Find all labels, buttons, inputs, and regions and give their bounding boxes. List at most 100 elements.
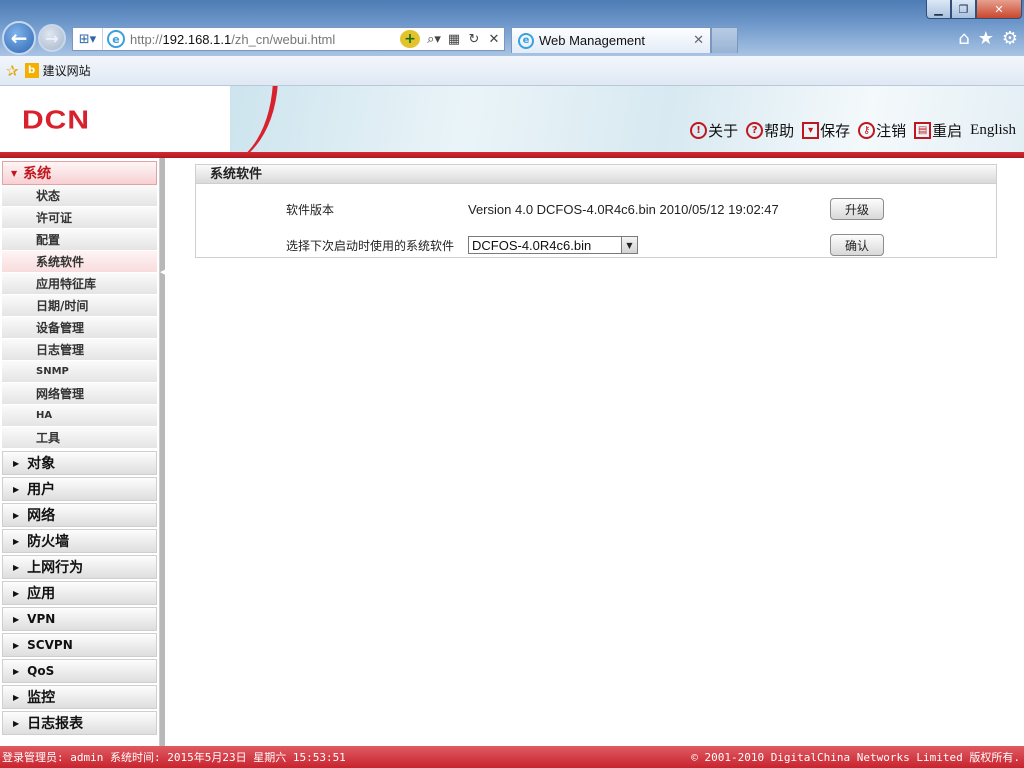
browser-toolbar-icons: ⌂ ★ ⚙ bbox=[958, 28, 1018, 49]
sidebar-section-label: QoS bbox=[27, 664, 55, 678]
help-link[interactable]: ? 帮助 bbox=[746, 120, 794, 141]
save-link[interactable]: ▾ 保存 bbox=[802, 120, 850, 141]
compat-view-icon[interactable]: ▦ bbox=[444, 32, 464, 47]
back-arrow-icon: ← bbox=[10, 26, 28, 50]
boot-software-label: 选择下次启动时使用的系统软件 bbox=[286, 238, 455, 253]
favorites-bar: ✰ b 建议网站 bbox=[0, 56, 1024, 86]
sidebar-section-log-report[interactable]: ▶ 日志报表 bbox=[2, 711, 157, 735]
sidebar-section-users[interactable]: ▶ 用户 bbox=[2, 477, 157, 501]
sidebar-item-log-mgmt[interactable]: 日志管理 bbox=[2, 339, 157, 361]
sidebar-item-tools[interactable]: 工具 bbox=[2, 427, 157, 449]
sidebar-section-internet-behavior[interactable]: ▶ 上网行为 bbox=[2, 555, 157, 579]
sidebar-item-system-software[interactable]: 系统软件 bbox=[2, 251, 157, 273]
sidebar-section-label: VPN bbox=[27, 612, 56, 626]
stop-icon[interactable]: ✕ bbox=[484, 32, 504, 47]
status-bar: 登录管理员: admin 系统时间: 2015年5月23日 星期六 15:53:… bbox=[0, 746, 1024, 768]
logout-link[interactable]: ⚷ 注销 bbox=[858, 120, 906, 141]
app-header: DCN ! 关于 ? 帮助 ▾ 保存 ⚷ 注销 ▤ 重启 English bbox=[0, 86, 1024, 154]
about-link[interactable]: ! 关于 bbox=[690, 120, 738, 141]
sidebar-item-ha[interactable]: HA bbox=[2, 405, 157, 427]
restart-label: 重启 bbox=[932, 122, 963, 140]
url-host: 192.168.1.1 bbox=[162, 31, 232, 47]
search-dropdown-icon[interactable]: ⌕▾ bbox=[424, 32, 444, 47]
url-text[interactable]: http://192.168.1.1/zh_cn/webui.html bbox=[130, 32, 400, 47]
sidebar-section-label: 网络 bbox=[27, 508, 56, 524]
sidebar-section-system[interactable]: ▼ 系统 bbox=[2, 161, 157, 185]
sidebar-section-application[interactable]: ▶ 应用 bbox=[2, 581, 157, 605]
header-links: ! 关于 ? 帮助 ▾ 保存 ⚷ 注销 ▤ 重启 English bbox=[690, 120, 1016, 141]
tab-title: Web Management bbox=[539, 33, 645, 48]
tab-web-management[interactable]: e Web Management ✕ bbox=[511, 27, 711, 53]
help-icon: ? bbox=[746, 122, 764, 139]
home-icon[interactable]: ⌂ bbox=[958, 28, 969, 49]
sidebar-section-objects[interactable]: ▶ 对象 bbox=[2, 451, 157, 475]
sidebar-item-snmp[interactable]: SNMP bbox=[2, 361, 157, 383]
collapsed-triangle-icon: ▶ bbox=[13, 458, 20, 468]
sidebar-item-device-mgmt[interactable]: 设备管理 bbox=[2, 317, 157, 339]
main-content: 系统软件 软件版本 Version 4.0 DCFOS-4.0R4c6.bin … bbox=[165, 158, 1024, 746]
boot-software-selected: DCFOS-4.0R4c6.bin bbox=[472, 237, 592, 253]
logout-key-icon: ⚷ bbox=[858, 122, 876, 139]
sidebar-item-date-time[interactable]: 日期/时间 bbox=[2, 295, 157, 317]
sidebar-section-firewall[interactable]: ▶ 防火墙 bbox=[2, 529, 157, 553]
close-window-button[interactable]: ✕ bbox=[976, 0, 1022, 19]
back-button[interactable]: ← bbox=[2, 21, 36, 55]
sidebar-item-network-mgmt[interactable]: 网络管理 bbox=[2, 383, 157, 405]
address-bar[interactable]: ⊞▾ e http://192.168.1.1/zh_cn/webui.html… bbox=[72, 27, 505, 51]
collapsed-triangle-icon: ▶ bbox=[13, 614, 20, 624]
copyright-text: © 2001-2010 DigitalChina Networks Limite… bbox=[691, 751, 1020, 764]
collapsed-triangle-icon: ▶ bbox=[13, 666, 20, 676]
sidebar: ▼ 系统 状态 许可证 配置 系统软件 应用特征库 日期/时间 设备管理 日志管… bbox=[0, 158, 160, 746]
favorites-star-icon[interactable]: ★ bbox=[978, 28, 994, 49]
sidebar-item-license[interactable]: 许可证 bbox=[2, 207, 157, 229]
forward-arrow-icon: → bbox=[45, 28, 59, 48]
software-version-row: 软件版本 Version 4.0 DCFOS-4.0R4c6.bin 2010/… bbox=[196, 196, 996, 222]
panel-title: 系统软件 bbox=[196, 165, 996, 184]
restart-link[interactable]: ▤ 重启 bbox=[914, 120, 962, 141]
refresh-icon[interactable]: ↻ bbox=[464, 32, 484, 47]
sidebar-section-monitor[interactable]: ▶ 监控 bbox=[2, 685, 157, 709]
collapsed-triangle-icon: ▶ bbox=[13, 692, 20, 702]
sidebar-item-status[interactable]: 状态 bbox=[2, 185, 157, 207]
ie-page-icon: e bbox=[107, 30, 125, 48]
compatibility-view-icon[interactable]: ⊞▾ bbox=[73, 28, 103, 50]
confirm-button[interactable]: 确认 bbox=[830, 234, 884, 256]
help-label: 帮助 bbox=[764, 122, 795, 140]
ie-tab-icon: e bbox=[518, 32, 534, 49]
sidebar-section-label: 应用 bbox=[27, 586, 56, 602]
upgrade-button[interactable]: 升级 bbox=[830, 198, 884, 220]
collapsed-triangle-icon: ▶ bbox=[13, 562, 20, 572]
sidebar-section-label: 监控 bbox=[27, 690, 56, 706]
sidebar-item-config[interactable]: 配置 bbox=[2, 229, 157, 251]
collapsed-triangle-icon: ▶ bbox=[13, 588, 20, 598]
sidebar-section-scvpn[interactable]: ▶ SCVPN bbox=[2, 633, 157, 657]
add-on-icon[interactable]: + bbox=[400, 30, 420, 48]
sidebar-section-label: 日志报表 bbox=[27, 716, 84, 732]
sidebar-section-label: 用户 bbox=[27, 482, 56, 498]
dcn-logo: DCN bbox=[22, 106, 90, 135]
info-icon: ! bbox=[690, 122, 708, 139]
about-label: 关于 bbox=[708, 122, 739, 140]
tab-close-icon[interactable]: ✕ bbox=[693, 33, 704, 48]
forward-button[interactable]: → bbox=[38, 24, 66, 52]
sidebar-section-qos[interactable]: ▶ QoS bbox=[2, 659, 157, 683]
sidebar-section-label: 系统 bbox=[23, 166, 52, 182]
settings-gear-icon[interactable]: ⚙ bbox=[1002, 28, 1018, 49]
new-tab-button[interactable] bbox=[711, 27, 738, 53]
collapsed-triangle-icon: ▶ bbox=[13, 510, 20, 520]
sidebar-section-vpn[interactable]: ▶ VPN bbox=[2, 607, 157, 631]
suggested-sites-link[interactable]: 建议网站 bbox=[43, 62, 91, 79]
sidebar-section-network[interactable]: ▶ 网络 bbox=[2, 503, 157, 527]
favorites-add-icon[interactable]: ✰ bbox=[6, 62, 19, 80]
browser-chrome: ▁ ❐ ✕ ← → ⊞▾ e http://192.168.1.1/zh_cn/… bbox=[0, 0, 1024, 56]
sidebar-section-label: SCVPN bbox=[27, 638, 73, 652]
collapsed-triangle-icon: ▶ bbox=[13, 718, 20, 728]
boot-software-select[interactable]: DCFOS-4.0R4c6.bin ▼ bbox=[468, 236, 638, 254]
minimize-button[interactable]: ▁ bbox=[926, 0, 951, 19]
sidebar-item-app-signature[interactable]: 应用特征库 bbox=[2, 273, 157, 295]
restore-button[interactable]: ❐ bbox=[951, 0, 976, 19]
suggested-sites-icon: b bbox=[24, 63, 39, 78]
language-link[interactable]: English bbox=[970, 122, 1016, 139]
dropdown-arrow-icon[interactable]: ▼ bbox=[621, 237, 637, 253]
expanded-triangle-icon: ▼ bbox=[11, 168, 18, 178]
